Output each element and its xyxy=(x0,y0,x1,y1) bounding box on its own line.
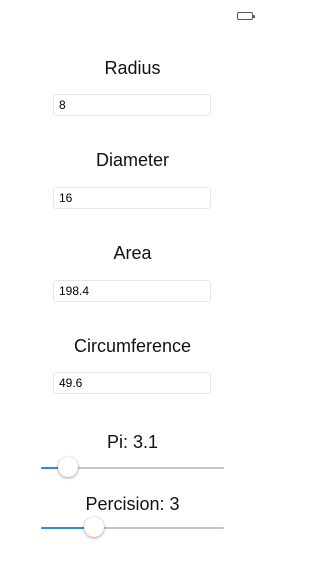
precision-slider[interactable] xyxy=(41,517,224,539)
pi-slider-thumb[interactable] xyxy=(58,457,78,477)
pi-slider[interactable] xyxy=(41,457,224,479)
circumference-label: Circumference xyxy=(73,336,192,356)
circumference-field[interactable] xyxy=(53,372,211,394)
radius-label: Radius xyxy=(104,58,161,78)
area-field[interactable] xyxy=(53,280,211,302)
diameter-field[interactable] xyxy=(53,187,211,209)
precision-label: Percision: 3 xyxy=(85,494,180,514)
precision-slider-thumb[interactable] xyxy=(84,517,104,537)
battery-icon xyxy=(237,12,255,20)
pi-label: Pi: 3.1 xyxy=(106,432,159,452)
radius-field[interactable] xyxy=(53,94,211,116)
area-label: Area xyxy=(113,243,152,263)
diameter-label: Diameter xyxy=(95,150,170,170)
